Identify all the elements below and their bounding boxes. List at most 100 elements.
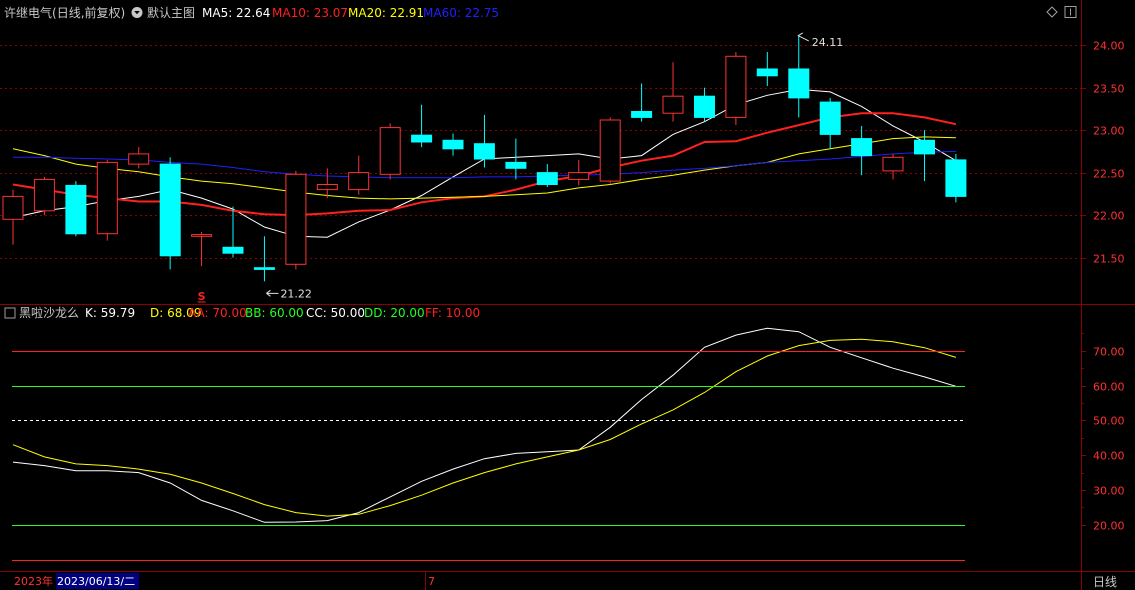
indicator-axis: 20.00 30.00 40.00 50.00 60.00 70.00 <box>1081 346 1125 533</box>
candle[interactable] <box>191 232 213 267</box>
candlestick-series[interactable] <box>2 35 967 282</box>
indicator-lines <box>12 327 965 561</box>
indicator-line-d <box>12 338 957 517</box>
candle[interactable] <box>128 147 150 169</box>
candle-body-down <box>945 159 967 197</box>
sell-signal-label: S <box>198 290 206 303</box>
candle-body-up <box>662 95 684 114</box>
high-price-label: 24.11 <box>812 36 844 49</box>
candle-body-up <box>725 55 747 118</box>
price-tick-label: 21.50 <box>1093 253 1125 266</box>
k-value: K: 59.79 <box>85 306 135 320</box>
template-label[interactable]: 默认主图 <box>147 5 195 20</box>
price-tick-label: 23.00 <box>1093 125 1125 138</box>
candle-body-up <box>882 156 904 172</box>
candle[interactable] <box>756 52 778 86</box>
candle[interactable] <box>159 157 181 270</box>
candle[interactable] <box>662 62 684 122</box>
diamond-icon[interactable] <box>1046 6 1058 18</box>
stock-name: 许继电气 <box>4 5 52 20</box>
candle[interactable] <box>411 104 433 148</box>
candle[interactable] <box>96 159 118 241</box>
candle[interactable] <box>882 153 904 180</box>
year-label: 2023年 <box>14 574 53 588</box>
indicator-tick-label: 60.00 <box>1093 381 1125 394</box>
candle[interactable] <box>694 87 715 122</box>
candle[interactable] <box>2 189 24 245</box>
indicator-line-k <box>12 327 957 523</box>
candle-body-down <box>505 161 527 169</box>
candle-body-up <box>599 119 621 182</box>
price-tick-label: 23.50 <box>1093 83 1125 96</box>
candle[interactable] <box>568 159 590 186</box>
candle-body-up <box>316 184 338 191</box>
price-axis: 21.50 22.00 22.50 23.00 23.50 24.00 <box>1081 40 1125 266</box>
candle-body-down <box>536 172 558 186</box>
stock-chart-window: 21.50 22.00 22.50 23.00 23.50 24.00 24.11 21.2… <box>0 0 1135 590</box>
candle-body-down <box>756 68 778 77</box>
candle[interactable] <box>788 35 810 118</box>
candle-body-down <box>631 111 653 118</box>
main-header: 许继电气(日线,前复权) 默认主图 MA5: 22.64 MA10: 23.07… <box>4 5 1077 20</box>
candle-body-up <box>568 172 590 180</box>
price-tick-label: 24.00 <box>1093 40 1125 53</box>
candle-body-up <box>96 161 118 235</box>
stock-mode: (日线,前复权) <box>52 5 125 20</box>
template-dropdown[interactable]: 默认主图 <box>131 5 196 20</box>
candle-body-down <box>442 139 464 150</box>
indicator-toggle-icon[interactable] <box>4 307 16 319</box>
candle-body-down <box>159 163 181 257</box>
candle[interactable] <box>65 181 87 237</box>
indicator-tick-label: 40.00 <box>1093 450 1125 463</box>
candle[interactable] <box>316 168 338 199</box>
candle[interactable] <box>631 83 653 122</box>
month-marker: 7 <box>428 575 435 588</box>
bottom-bar: 2023年 2023/06/13/二 7 日线 <box>14 573 1117 589</box>
high-marker-icon <box>797 32 809 42</box>
candle[interactable] <box>599 117 621 184</box>
candle[interactable] <box>536 164 558 188</box>
candle-body-down <box>222 246 244 254</box>
low-marker-icon <box>266 289 279 297</box>
candle[interactable] <box>945 153 967 203</box>
candle-body-down <box>473 143 495 160</box>
candle-body-down <box>914 139 935 155</box>
candle[interactable] <box>851 125 873 176</box>
low-price-label: 21.22 <box>280 287 312 300</box>
indicator-header: 黑啦沙龙么 K: 59.79 D: 68.09 AA: 70.00 BB: 60… <box>4 305 480 320</box>
candle[interactable] <box>33 176 55 216</box>
cc-value: CC: 50.00 <box>306 306 365 320</box>
price-tick-label: 22.50 <box>1093 168 1125 181</box>
candle-body-down <box>788 68 810 99</box>
candle-body-down <box>851 138 873 157</box>
candle[interactable] <box>442 133 464 156</box>
aa-value: AA: 70.00 <box>188 306 247 320</box>
candle[interactable] <box>819 97 841 149</box>
bb-value: BB: 60.00 <box>245 306 304 320</box>
candle-body-down <box>253 267 275 270</box>
candle[interactable] <box>725 52 747 126</box>
candle[interactable] <box>222 206 244 258</box>
candle[interactable] <box>379 123 401 180</box>
candle[interactable] <box>348 155 370 195</box>
ma10-value: MA10: 23.07 <box>272 6 348 20</box>
candle-body-down <box>819 101 841 135</box>
indicator-tick-label: 70.00 <box>1093 346 1125 359</box>
indicator-tick-label: 30.00 <box>1093 485 1125 498</box>
stock-title: 许继电气(日线,前复权) <box>4 5 125 20</box>
indicator-name: 黑啦沙龙么 <box>19 305 79 320</box>
candle[interactable] <box>285 170 307 270</box>
candle-body-up <box>285 173 307 265</box>
candle[interactable] <box>473 114 495 168</box>
indicator-tick-label: 20.00 <box>1093 520 1125 533</box>
candle[interactable] <box>505 138 527 180</box>
ma5-value: MA5: 22.64 <box>202 6 270 20</box>
candle-body-down <box>65 184 87 235</box>
dd-value: DD: 20.00 <box>364 306 425 320</box>
period-button[interactable]: 日线 <box>1093 575 1117 589</box>
ff-value: FF: 10.00 <box>425 306 480 320</box>
ma20-value: MA20: 22.91 <box>348 6 424 20</box>
candle-body-up <box>191 234 213 237</box>
price-tick-label: 22.00 <box>1093 210 1125 223</box>
cursor-date: 2023/06/13/二 <box>57 575 135 588</box>
